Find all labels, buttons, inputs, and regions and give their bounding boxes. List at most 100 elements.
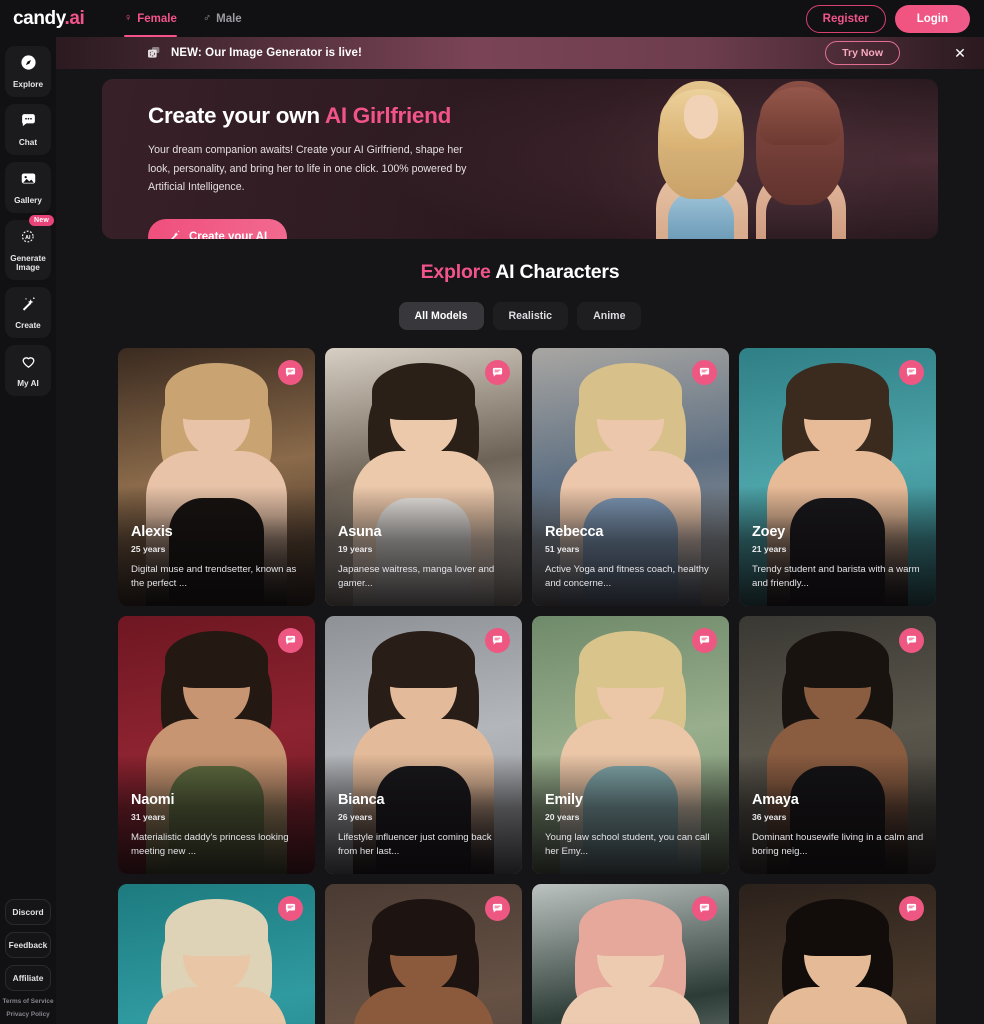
character-description: Japanese waitress, manga lover and gamer… [338,564,495,590]
page-title: Explore AI Characters [56,261,984,284]
hero-figure-brunette [740,81,858,239]
character-info: Asuna 19 years Japanese waitress, manga … [338,524,511,591]
tab-female[interactable]: ♀ Female [124,0,177,37]
character-name: Asuna [338,524,382,541]
character-card[interactable]: Zoey 21 years Trendy student and barista… [739,348,936,606]
venus-icon: ♀ [124,12,133,24]
terms-of-service-link[interactable]: Terms of Service [2,998,53,1005]
top-navigation-bar: candy.ai ♀ Female ♂ Male Register Login [0,0,984,37]
sidebar-item-my-ai[interactable]: My AI [5,345,51,396]
privacy-policy-link[interactable]: Privacy Policy [6,1011,49,1018]
character-grid: Alexis 25 years Digital muse and trendse… [118,348,984,1024]
character-info: Naomi 31 years Materialistic daddy's pri… [131,792,304,859]
chat-bubble-icon[interactable] [692,896,717,921]
sidebar-item-create-label: Create [15,321,41,331]
character-age: 26 years [338,812,373,823]
promo-banner-text: NEW: Our Image Generator is live! [171,47,362,59]
character-card[interactable]: Naomi 31 years Materialistic daddy's pri… [118,616,315,874]
character-card[interactable]: Alexis 25 years Digital muse and trendse… [118,348,315,606]
chat-bubble-icon[interactable] [278,628,303,653]
mars-icon: ♂ [202,12,212,24]
sidebar-item-explore-label: Explore [12,80,44,89]
chat-bubble-icon[interactable] [278,896,303,921]
try-now-button[interactable]: Try Now [825,41,900,65]
character-card[interactable]: Amaya 36 years Dominant housewife living… [739,616,936,874]
filter-realistic[interactable]: Realistic [492,302,569,330]
character-age: 19 years [338,544,373,555]
character-card[interactable] [739,884,936,1024]
character-age: 51 years [545,544,580,555]
logo-suffix: .ai [64,7,85,29]
character-card[interactable]: Emily 20 years Young law school student,… [532,616,729,874]
gender-tabs: ♀ Female ♂ Male [124,0,242,37]
character-age: 36 years [752,812,787,823]
app-logo[interactable]: candy.ai [0,8,111,30]
hero-title-plain: Create your own [148,103,325,128]
chat-bubble-icon[interactable] [692,628,717,653]
create-your-ai-button[interactable]: Create your AI [148,218,288,239]
character-info: Alexis 25 years Digital muse and trendse… [131,524,304,591]
chat-bubble-icon[interactable] [485,896,510,921]
chat-bubble-icon [20,112,37,134]
sidebar-discord-button[interactable]: Discord [5,899,51,925]
tab-male-label: Male [216,12,242,25]
sidebar-item-generate-image-label: Generate Image [10,253,46,273]
chat-bubble-icon[interactable] [899,360,924,385]
tab-female-label: Female [137,12,177,25]
character-card[interactable] [325,884,522,1024]
character-name: Naomi [131,792,175,809]
character-age: 25 years [131,544,166,555]
register-button[interactable]: Register [805,4,886,33]
image-generator-icon [146,45,162,61]
svg-text:AI: AI [25,234,31,240]
character-info: Emily 20 years Young law school student,… [545,792,718,859]
sidebar-item-create[interactable]: Create [5,287,51,339]
page-title-plain: AI Characters [490,261,620,283]
character-card[interactable]: Bianca 26 years Lifestyle influencer jus… [325,616,522,874]
character-age: 20 years [545,812,580,823]
sidebar-item-chat[interactable]: Chat [5,103,51,155]
chat-bubble-icon[interactable] [485,360,510,385]
close-icon[interactable]: ✕ [952,46,968,60]
hero-description: Your dream companion awaits! Create your… [148,144,467,194]
character-description: Young law school student, you can call h… [545,832,710,858]
character-description: Trendy student and barista with a warm a… [752,564,920,590]
character-card[interactable]: Rebecca 51 years Active Yoga and fitness… [532,348,729,606]
character-card[interactable] [118,884,315,1024]
chat-bubble-icon[interactable] [899,628,924,653]
sidebar-item-gallery-label: Gallery [14,195,42,205]
create-your-ai-label: Create your AI [189,230,268,239]
character-description: Materialistic daddy's princess looking m… [131,832,289,858]
character-description: Dominant housewife living in a calm and … [752,832,924,858]
character-description: Active Yoga and fitness coach, healthy a… [545,564,709,590]
character-name: Rebecca [545,524,604,541]
character-name: Alexis [131,524,173,541]
new-badge: New [29,214,54,226]
filter-anime[interactable]: Anime [577,302,642,330]
sidebar-item-gallery[interactable]: Gallery [5,161,51,213]
sidebar-item-my-ai-label: My AI [17,379,39,389]
chat-bubble-icon[interactable] [899,896,924,921]
sidebar-item-generate-image[interactable]: New AI Generate Image [5,214,54,281]
filter-all-models[interactable]: All Models [398,302,484,330]
hero-banner: Create your own AI Girlfriend Your dream… [102,79,938,239]
character-card[interactable] [532,884,729,1024]
character-name: Bianca [338,792,385,809]
tab-male[interactable]: ♂ Male [203,0,242,37]
character-name: Amaya [752,792,799,809]
sidebar-feedback-button[interactable]: Feedback [5,932,51,958]
sidebar-affiliate-button[interactable]: Affiliate [5,965,51,991]
gallery-image-icon [20,170,37,192]
character-card[interactable]: Asuna 19 years Japanese waitress, manga … [325,348,522,606]
chat-bubble-icon[interactable] [485,628,510,653]
login-button[interactable]: Login [894,4,970,33]
logo-text: candy [13,7,65,29]
sidebar-item-explore[interactable]: Explore [5,46,51,97]
magic-wand-icon [168,229,181,239]
chat-bubble-icon[interactable] [692,360,717,385]
character-info: Rebecca 51 years Active Yoga and fitness… [545,524,718,591]
character-name: Zoey [752,524,786,541]
compass-icon [20,54,37,76]
chat-bubble-icon[interactable] [278,360,303,385]
character-name: Emily [545,792,583,809]
